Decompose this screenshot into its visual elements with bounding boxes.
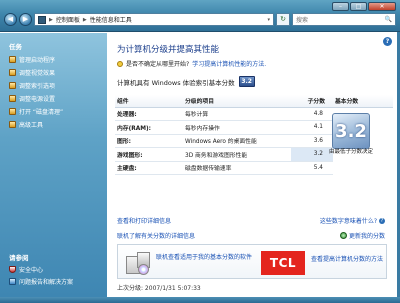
sidebar-item-problem-reports[interactable]: 问题报告和解决方案 xyxy=(9,277,73,286)
forward-button[interactable]: ▶ xyxy=(19,13,32,26)
promo-line[interactable]: 查看提高计算机分数的方法 xyxy=(311,256,383,263)
component-name: 内存(RAM): xyxy=(115,120,183,135)
learn-scores-online-link[interactable]: 联机了解有关分数的详细信息 xyxy=(117,231,195,240)
disk-cleanup-icon xyxy=(9,108,16,115)
window-bottom-border xyxy=(0,297,400,303)
sidebar-item-indexing-options[interactable]: 调整索引选项 xyxy=(9,81,55,90)
view-print-details-link[interactable]: 查看和打印详细信息 xyxy=(117,216,171,225)
sidebar-item-visual-effects[interactable]: 调整视觉效果 xyxy=(9,68,55,77)
component-name: 游戏图形: xyxy=(115,147,183,162)
tcl-logo[interactable]: TCL xyxy=(261,251,305,275)
task-pane: 任务 管理启动程序 调整视觉效果 调整索引选项 调整电源设置 打开 “磁盘清理”… xyxy=(0,33,107,297)
col-rated-item: 分级的项目 xyxy=(183,95,291,108)
search-placeholder: 搜索 xyxy=(296,17,309,24)
sidebar-item-label: 高级工具 xyxy=(19,122,44,129)
rating-summary: 计算机具有 Windows 体验索引基本分数 3.2 xyxy=(117,76,255,87)
minimize-icon[interactable]: – xyxy=(332,2,349,11)
sidebar-item-security-center[interactable]: 安全中心 xyxy=(9,265,43,274)
see-also-heading: 请参阅 xyxy=(9,254,29,262)
component-name: 主硬盘: xyxy=(115,161,183,175)
col-component: 组件 xyxy=(115,95,183,108)
disc-shape xyxy=(138,264,149,275)
promo-banner: 联机查看适用于我的基本分数的软件 TCL 查看提高计算机分数的方法 xyxy=(117,244,387,279)
promo-software-link[interactable]: 联机查看适用于我的基本分数的软件 xyxy=(156,254,252,262)
sidebar-item-label: 调整视觉效果 xyxy=(19,70,56,77)
breadcrumb-separator: ▶ xyxy=(49,16,53,23)
rated-item: 3D 商务和游戏图形性能 xyxy=(183,147,291,162)
promo-improve-link[interactable]: 查看提高计算机分数的方法 xyxy=(311,254,383,263)
table-row: 主硬盘: 磁盘数据传输速率 5.4 xyxy=(115,161,393,175)
sidebar-item-label: 问题报告和解决方案 xyxy=(19,279,74,286)
indexing-icon xyxy=(9,82,16,89)
help-icon[interactable]: ? xyxy=(383,37,392,46)
search-icon[interactable]: 🔍 xyxy=(385,16,392,23)
refresh-score-icon xyxy=(339,232,347,239)
window-controls: – □ ✕ xyxy=(332,2,396,11)
software-boxes-icon xyxy=(124,248,152,276)
back-button[interactable]: ◀ xyxy=(4,13,17,26)
chevron-down-icon[interactable]: ▾ xyxy=(267,17,270,23)
rating-text: 计算机具有 Windows 体验索引基本分数 xyxy=(117,78,235,87)
rated-item: 每秒内存操作 xyxy=(183,120,291,135)
col-base-score: 基本分数 xyxy=(333,95,393,108)
what-numbers-mean-link[interactable]: 这些数字意味着什么? xyxy=(320,216,377,225)
sidebar-item-label: 管理启动程序 xyxy=(19,57,56,64)
update-score-link[interactable]: 更新我的分数 xyxy=(349,231,385,240)
rated-item: 磁盘数据传输速率 xyxy=(183,161,291,175)
refresh-button[interactable]: ↻ xyxy=(276,13,290,26)
rated-item: Windows Aero 的桌面性能 xyxy=(183,134,291,148)
sidebar-item-advanced-tools[interactable]: 高级工具 xyxy=(9,120,43,129)
help-icon: ? xyxy=(379,217,385,224)
base-score-value: 3.2 xyxy=(332,113,370,149)
title-bar: – □ ✕ ◀ ▶ ▶ 控制面板 ▶ 性能信息和工具 ▾ ↻ 搜索 🔍 xyxy=(0,0,400,32)
visual-effects-icon xyxy=(9,69,16,76)
sidebar-item-label: 调整索引选项 xyxy=(19,83,56,90)
tasks-heading: 任务 xyxy=(9,43,22,51)
control-panel-icon xyxy=(38,15,46,24)
search-input[interactable]: 搜索 🔍 xyxy=(292,13,396,26)
sidebar-item-startup-programs[interactable]: 管理启动程序 xyxy=(9,55,55,64)
promo-line[interactable]: 联机查看适用于我的基本分数的软件 xyxy=(156,254,252,261)
sidebar-item-power-settings[interactable]: 调整电源设置 xyxy=(9,94,55,103)
shield-icon xyxy=(9,266,16,273)
breadcrumb-control-panel[interactable]: 控制面板 xyxy=(56,15,80,24)
base-score-badge: 3.2 由最低子分数决定 xyxy=(329,113,374,163)
startup-icon xyxy=(9,56,16,63)
rated-item: 每秒计算 xyxy=(183,107,291,121)
last-update-timestamp: 上次分级: 2007/1/31 5:07:33 xyxy=(117,285,201,292)
page-title: 为计算机分级并提高其性能 xyxy=(117,45,220,55)
subscore-lowest: 3.2 xyxy=(291,147,333,162)
subscore: 4.1 xyxy=(291,120,333,135)
component-name: 处理器: xyxy=(115,107,183,121)
problem-reports-icon xyxy=(9,278,16,285)
update-score[interactable]: 更新我的分数 xyxy=(339,231,385,240)
base-score-caption: 由最低子分数决定 xyxy=(329,149,374,155)
maximize-icon[interactable]: □ xyxy=(350,2,367,11)
main-content: ? 为计算机分级并提高其性能 是否不确定从哪里开始? 学习提高计算机性能的方法.… xyxy=(107,33,397,297)
lightbulb-icon xyxy=(117,60,123,67)
sidebar-item-label: 安全中心 xyxy=(19,267,44,274)
power-icon xyxy=(9,95,16,102)
sidebar-item-label: 打开 “磁盘清理” xyxy=(19,109,64,116)
subscore: 4.8 xyxy=(291,107,333,121)
sidebar-item-disk-cleanup[interactable]: 打开 “磁盘清理” xyxy=(9,107,63,116)
breadcrumb-performance[interactable]: 性能信息和工具 xyxy=(90,15,132,24)
tip-line: 是否不确定从哪里开始? 学习提高计算机性能的方法. xyxy=(117,59,266,68)
table-header-row: 组件 分级的项目 子分数 基本分数 xyxy=(115,95,393,108)
subscore: 3.6 xyxy=(291,134,333,148)
sidebar-item-label: 调整电源设置 xyxy=(19,96,56,103)
col-subscore: 子分数 xyxy=(291,95,333,108)
subscore: 5.4 xyxy=(291,161,333,175)
close-icon[interactable]: ✕ xyxy=(368,2,396,11)
advanced-tools-icon xyxy=(9,121,16,128)
what-numbers-mean[interactable]: 这些数字意味着什么? ? xyxy=(320,216,385,225)
rating-badge-small: 3.2 xyxy=(238,76,255,87)
learn-improve-link[interactable]: 学习提高计算机性能的方法. xyxy=(192,59,266,68)
base-cell xyxy=(333,161,393,175)
tip-prefix: 是否不确定从哪里开始? xyxy=(126,61,190,68)
component-name: 图形: xyxy=(115,134,183,148)
breadcrumb-separator: ▶ xyxy=(82,16,87,23)
address-bar[interactable]: ▶ 控制面板 ▶ 性能信息和工具 ▾ xyxy=(34,13,274,26)
